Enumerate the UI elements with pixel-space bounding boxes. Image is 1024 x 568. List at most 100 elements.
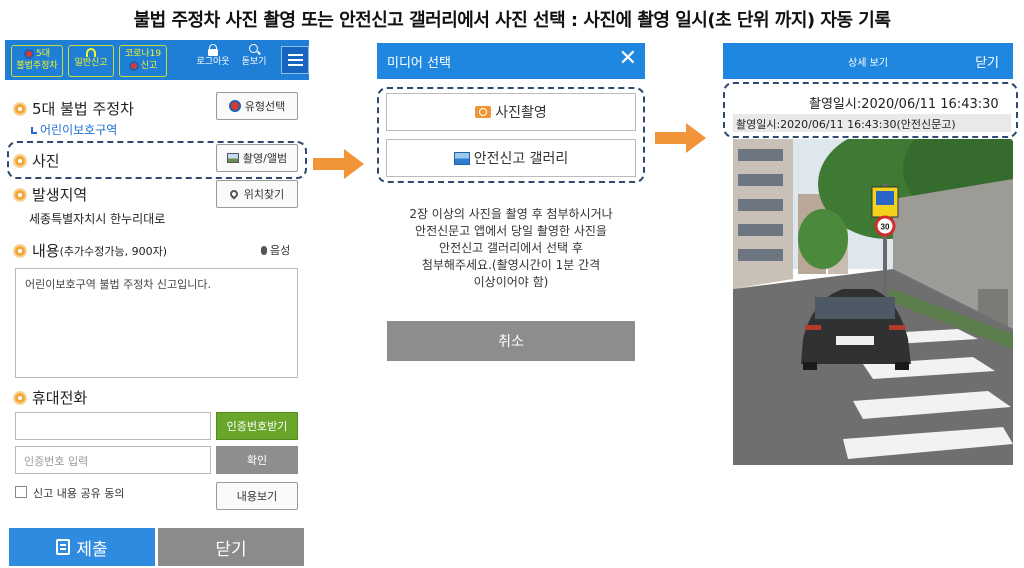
hamburger-icon-line xyxy=(288,64,303,66)
page-title: 불법 주정차 사진 촬영 또는 안전신고 갤러리에서 사진 선택 : 사진에 촬… xyxy=(133,10,891,31)
instruction-line: 안전신문고 앱에서 당일 촬영한 사진을 xyxy=(415,224,607,238)
zoom-label: 돋보기 xyxy=(241,57,267,67)
photo-row-highlight xyxy=(7,141,307,179)
illegal-parking-button[interactable]: 5대 불법주정차 xyxy=(11,45,63,77)
illegal-parking-label-top: 5대 xyxy=(35,49,50,59)
view-content-label: 내용보기 xyxy=(236,490,278,503)
phone-input[interactable] xyxy=(15,412,211,440)
instruction-line: 이상이어야 함) xyxy=(473,275,549,289)
location-section-title: 발생지역 xyxy=(32,186,88,204)
confirm-button[interactable]: 확인 xyxy=(216,446,298,474)
covid-report-button[interactable]: 코로나19 신고 xyxy=(119,45,167,77)
detail-view-title: 상세 보기 xyxy=(848,58,888,69)
document-icon xyxy=(56,539,71,555)
cancel-button[interactable]: 취소 xyxy=(387,321,635,361)
detail-close-button[interactable]: 닫기 xyxy=(975,52,999,71)
find-location-label: 위치찾기 xyxy=(243,188,285,201)
zoom-button[interactable]: 돋보기 xyxy=(236,44,272,68)
phone-section-title: 휴대전화 xyxy=(32,389,88,407)
car-wheel xyxy=(895,362,909,370)
no-parking-icon xyxy=(23,49,34,59)
location-section-label: 발생지역 xyxy=(13,184,87,205)
content-section-title: 내용 xyxy=(32,242,60,260)
speed-limit-number: 30 xyxy=(881,223,890,232)
bullet-icon xyxy=(13,101,27,116)
map-pin-icon xyxy=(228,188,240,200)
general-report-button[interactable]: 일반신고 xyxy=(68,45,114,77)
content-textarea[interactable]: 어린이보호구역 불법 주정차 신고입니다. xyxy=(15,268,298,378)
instruction-line: 첨부해주세요.(촬영시간이 1분 간격 xyxy=(421,258,601,272)
photo-window xyxy=(738,199,783,211)
media-select-header: 미디어 선택 ✕ xyxy=(377,43,645,79)
hamburger-icon xyxy=(288,54,303,56)
no-parking-icon xyxy=(228,100,241,112)
photo-window xyxy=(738,224,783,236)
report-form-panel: 5대 불법주정차 일반신고 코로나19 신고 로그아웃 돋보기 5대 불법 주정… xyxy=(5,40,309,568)
view-content-button[interactable]: 내용보기 xyxy=(216,482,298,510)
logout-button[interactable]: 로그아웃 xyxy=(195,44,231,68)
type-select-button[interactable]: 유형선택 xyxy=(216,92,298,120)
logout-label: 로그아웃 xyxy=(196,57,230,67)
covid-icon xyxy=(128,61,139,71)
menu-button[interactable] xyxy=(281,46,309,74)
type-subcategory: 어린이보호구역 xyxy=(31,121,117,138)
car-wheel xyxy=(803,362,817,370)
media-instruction-text: 2장 이상의 사진을 촬영 후 첨부하시거나 안전신문고 앱에서 당일 촬영한 … xyxy=(386,206,636,291)
magnifier-icon xyxy=(248,44,261,56)
share-consent-label: 신고 내용 공유 동의 xyxy=(33,487,125,500)
type-section-title: 5대 불법 주정차 xyxy=(32,100,134,118)
illegal-parking-label-bottom: 불법주정차 xyxy=(16,61,58,71)
bullet-icon xyxy=(13,243,27,258)
street-photo: 30 xyxy=(733,139,1013,465)
type-subcategory-text: 어린이보호구역 xyxy=(40,123,118,137)
location-value: 세종특별자치시 한누리대로 xyxy=(29,212,166,226)
street-photo-svg: 30 xyxy=(733,139,1013,465)
bullet-icon xyxy=(13,390,27,405)
photo-building-left xyxy=(733,139,793,289)
find-location-button[interactable]: 위치찾기 xyxy=(216,180,298,208)
license-plate xyxy=(836,336,874,345)
car-taillight xyxy=(805,325,821,330)
hamburger-icon-line xyxy=(288,59,303,61)
covid-report-label-bottom: 신고 xyxy=(140,61,158,71)
media-options-highlight xyxy=(377,87,645,183)
car-taillight xyxy=(889,325,905,330)
school-zone-sign-panel xyxy=(876,191,894,205)
instruction-line: 안전신고 갤러리에서 선택 후 xyxy=(439,241,583,255)
share-consent-checkbox[interactable] xyxy=(15,486,27,498)
phone-section-label: 휴대전화 xyxy=(13,387,87,408)
detail-view-header: 상세 보기 닫기 xyxy=(723,43,1013,79)
microphone-icon xyxy=(261,245,267,255)
flow-arrow-2-head xyxy=(686,123,706,153)
instruction-line: 2장 이상의 사진을 촬영 후 첨부하시거나 xyxy=(409,207,613,221)
submit-button[interactable]: 제출 xyxy=(9,528,155,566)
covid-report-label-top: 코로나19 xyxy=(124,49,162,59)
content-section-hint: (추가수정가능, 900자) xyxy=(59,244,168,258)
voice-input-label: 음성 xyxy=(270,244,291,257)
flow-arrow-1 xyxy=(313,158,345,170)
voice-input-button[interactable]: 음성 xyxy=(261,242,290,258)
timestamp-highlight xyxy=(723,82,1018,138)
submit-label: 제출 xyxy=(76,539,108,560)
close-form-button[interactable]: 닫기 xyxy=(158,528,304,566)
photo-window xyxy=(738,149,783,161)
request-code-button[interactable]: 인증번호받기 xyxy=(216,412,298,440)
close-icon[interactable]: ✕ xyxy=(619,46,637,71)
sub-arrow-icon xyxy=(31,127,37,134)
media-select-title: 미디어 선택 xyxy=(387,55,451,71)
flow-arrow-1-head xyxy=(344,149,364,179)
photo-tree xyxy=(798,209,848,269)
general-report-label: 일반신고 xyxy=(74,58,108,68)
lock-icon xyxy=(208,44,218,56)
content-section-label: 내용 (추가수정가능, 900자) xyxy=(13,240,167,261)
car-window xyxy=(815,297,895,319)
photo-window xyxy=(738,249,783,261)
siren-icon xyxy=(86,48,96,57)
flow-arrow-2 xyxy=(655,132,687,144)
app-header: 5대 불법주정차 일반신고 코로나19 신고 로그아웃 돋보기 xyxy=(5,40,309,80)
auth-code-input[interactable]: 인증번호 입력 xyxy=(15,446,211,474)
bullet-icon xyxy=(13,187,27,202)
type-select-label: 유형선택 xyxy=(244,100,286,113)
photo-window xyxy=(738,174,783,186)
type-section-label: 5대 불법 주정차 xyxy=(13,98,134,119)
